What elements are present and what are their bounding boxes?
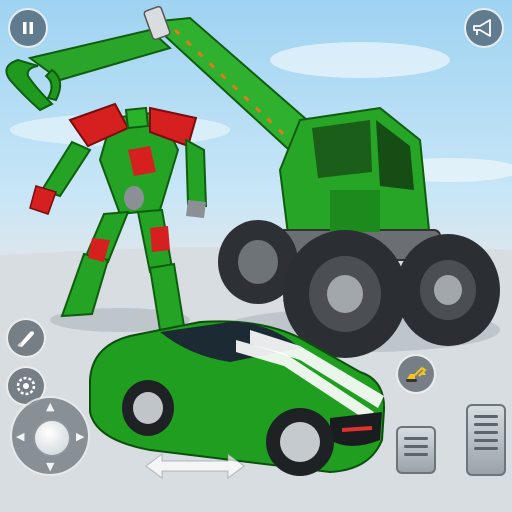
arrow-right-icon: ▶ — [76, 430, 85, 443]
excavator-icon — [406, 366, 427, 382]
horn-button[interactable] — [464, 8, 504, 48]
knife-icon — [17, 331, 34, 347]
joystick-knob[interactable] — [33, 419, 71, 457]
brake-pedal[interactable] — [396, 426, 436, 474]
gas-pedal[interactable] — [466, 404, 506, 476]
arrow-up-icon: ▲ — [46, 400, 55, 413]
brake-pedal-icon — [398, 428, 434, 456]
saw-blade-icon — [16, 376, 36, 396]
weapon-button[interactable] — [6, 318, 46, 358]
arrow-down-icon: ▼ — [46, 460, 55, 473]
left-right-arrows-icon — [145, 453, 245, 479]
transform-button[interactable] — [396, 354, 436, 394]
pause-button[interactable] — [8, 8, 48, 48]
gas-pedal-icon — [468, 406, 504, 450]
horn-icon — [473, 19, 491, 37]
cloud — [270, 42, 450, 78]
steering-joystick[interactable]: ▲ ▼ ◀ ▶ — [10, 396, 90, 476]
arrow-left-icon: ◀ — [16, 430, 25, 443]
pause-icon — [23, 22, 33, 34]
game-scene: ▲ ▼ ◀ ▶ — [0, 0, 512, 512]
